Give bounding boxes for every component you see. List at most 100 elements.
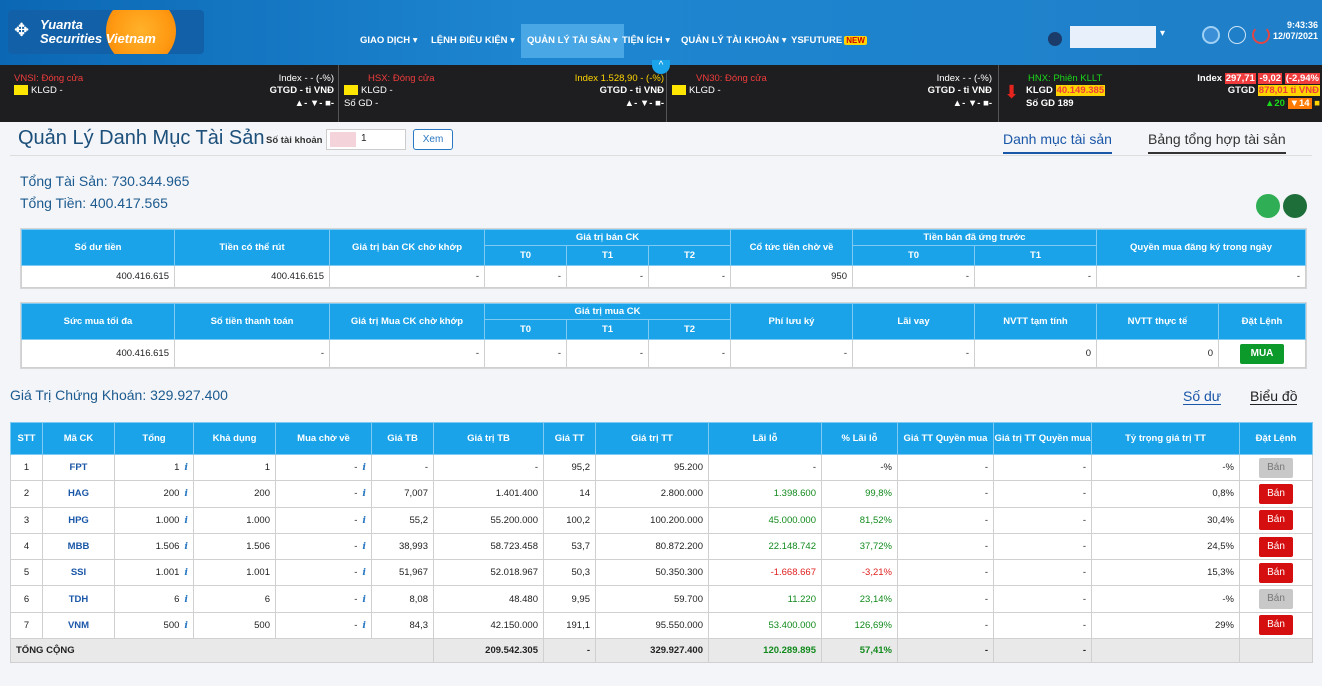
info-icon[interactable]: i bbox=[362, 594, 366, 605]
th-mkt-price: Giá TT bbox=[543, 422, 596, 455]
cell-stt: 5 bbox=[10, 559, 43, 587]
buy-button[interactable]: MUA bbox=[1240, 343, 1284, 364]
cell-weight: 0,8% bbox=[1091, 480, 1240, 508]
sell-button[interactable]: Bán bbox=[1259, 615, 1293, 636]
cell-pending: -i bbox=[275, 532, 372, 561]
username-display[interactable] bbox=[1070, 26, 1156, 48]
cell-code: TDH bbox=[42, 585, 115, 613]
user-menu-caret-icon[interactable]: ▾ bbox=[1160, 28, 1165, 39]
info-icon[interactable]: i bbox=[184, 594, 188, 605]
cell-pl-pct: 23,14% bbox=[821, 585, 898, 613]
ticker-vn30[interactable]: VN30: Đóng cửa KLGD - Index - - (-%) GTG… bbox=[672, 65, 992, 122]
info-icon[interactable]: i bbox=[184, 462, 188, 473]
nav-quan-ly-tai-khoan[interactable]: QUẢN LÝ TÀI KHOẢN ▾ bbox=[681, 24, 787, 58]
sell-button[interactable]: Bán bbox=[1259, 483, 1293, 504]
th-pl: Lãi lỗ bbox=[708, 422, 822, 455]
nav-giao-dich[interactable]: GIAO DỊCH ▾ bbox=[360, 24, 418, 58]
divider bbox=[10, 155, 1312, 156]
info-icon[interactable]: i bbox=[184, 541, 188, 552]
th-pending-buy: Mua chờ về bbox=[275, 422, 372, 455]
ticker-status: Đóng cửa bbox=[725, 73, 767, 84]
globe-icon[interactable] bbox=[1228, 26, 1246, 44]
ticker-hsx[interactable]: HSX: Đóng cửa KLGD - Số GD - Index 1.528… bbox=[344, 65, 664, 122]
sell-button[interactable]: Bán bbox=[1259, 536, 1293, 557]
cell-rights-price: - bbox=[897, 532, 994, 561]
ticker-gtgd-label: GTGD bbox=[1227, 85, 1256, 96]
page-title: Quản Lý Danh Mục Tài Sản bbox=[18, 127, 265, 149]
ticker-index-change: -9,02 bbox=[1258, 73, 1283, 84]
cell-avg-price: 55,2 bbox=[371, 506, 434, 534]
info-icon[interactable]: i bbox=[184, 620, 188, 631]
info-icon[interactable]: i bbox=[362, 620, 366, 631]
cell-stt: 3 bbox=[10, 506, 43, 534]
tab-asset-summary[interactable]: Bảng tổng hợp tài sản bbox=[1148, 131, 1286, 154]
user-icon[interactable] bbox=[1048, 32, 1062, 46]
sell-button[interactable]: Bán bbox=[1259, 457, 1293, 478]
ticker-gtgd: GTGD - tỉ VNĐ bbox=[927, 85, 992, 96]
cell-rights-value: - bbox=[993, 532, 1092, 561]
ticker-index: Index - - (-%) bbox=[278, 73, 334, 84]
sell-button[interactable]: Bán bbox=[1259, 510, 1293, 531]
cell-total-value: 1 bbox=[174, 462, 180, 474]
info-icon[interactable]: i bbox=[362, 567, 366, 578]
ticker-vnsi[interactable]: VNSI: Đóng cửa KLGD - Index - - (-%) GTG… bbox=[14, 65, 334, 122]
info-icon[interactable]: i bbox=[184, 567, 188, 578]
cell-avg-price: 51,967 bbox=[371, 559, 434, 587]
ticker-divider bbox=[338, 65, 339, 122]
cell-mkt-value: 59.700 bbox=[595, 585, 709, 613]
th-max-buy: Sức mua tối đa bbox=[21, 303, 175, 340]
cell-code: HPG bbox=[42, 506, 115, 534]
nav-ysfuture[interactable]: YSFUTURE NEW bbox=[791, 24, 867, 58]
cell-code: HAG bbox=[42, 480, 115, 508]
ticker-gtgd: GTGD - tỉ VNĐ bbox=[269, 85, 334, 96]
ticker-klgd-label: KLGD bbox=[1026, 85, 1053, 96]
table-row: 1 FPT 1 i 1- i - -95,2 95.200- -% - - -% Bán bbox=[10, 453, 1313, 482]
info-icon[interactable]: i bbox=[184, 515, 188, 526]
info-icon[interactable]: i bbox=[362, 541, 366, 552]
nav-quan-ly-tai-san[interactable]: QUẢN LÝ TÀI SẢN ▾ bbox=[521, 24, 624, 58]
info-icon[interactable]: i bbox=[362, 462, 366, 473]
th-sell-value: Giá trị bán CK bbox=[484, 228, 731, 247]
tab-portfolio[interactable]: Danh mục tài sản bbox=[1003, 131, 1112, 154]
cell-order: Bán bbox=[1239, 532, 1313, 561]
th-cash-balance: Số dư tiền bbox=[21, 229, 175, 266]
sell-button[interactable]: Bán bbox=[1259, 562, 1293, 583]
cell-avg-value: 55.200.000 bbox=[433, 506, 544, 534]
cell: 400.416.615 bbox=[21, 339, 175, 368]
table-row: 6 TDH 6 i 6- i 8,08 48.480 9,95 59.700 11.220 23,14… bbox=[10, 585, 1313, 613]
cell-mkt-price: 14 bbox=[543, 480, 596, 508]
ticker-hnx[interactable]: HNX: Phiên KLLT ⬇ KLGD 40.149.385 Số GD … bbox=[1004, 65, 1320, 122]
ticker-status: Đóng cửa bbox=[41, 73, 84, 84]
tab-balance[interactable]: Số dư bbox=[1183, 388, 1222, 405]
th-rights-value: Giá trị TT Quyền mua bbox=[993, 422, 1092, 455]
cell-rights-price: - bbox=[897, 480, 994, 508]
cell-avg-price: 38,993 bbox=[371, 532, 434, 561]
info-icon[interactable]: i bbox=[362, 515, 366, 526]
cell: 0 bbox=[974, 339, 1097, 368]
view-button[interactable]: Xem bbox=[413, 129, 453, 150]
account-label: Số tài khoản bbox=[266, 135, 323, 146]
cell-rights-value: - bbox=[993, 559, 1092, 587]
nav-tien-ich[interactable]: TIỆN ÍCH ▾ bbox=[622, 24, 670, 58]
print-icon[interactable] bbox=[1256, 194, 1280, 218]
cell-mkt-price: 100,2 bbox=[543, 506, 596, 534]
table-row: 4 MBB 1.506 i 1.506- i 38,993 58.723.458 53,7 80.… bbox=[10, 532, 1313, 561]
cell-pl: 1.398.600 bbox=[708, 480, 822, 508]
th-weight: Tỷ trọng giá trị TT bbox=[1091, 422, 1240, 455]
sell-button[interactable]: Bán bbox=[1259, 589, 1293, 610]
nav-lenh-dieu-kien[interactable]: LỆNH ĐIỀU KIỆN ▾ bbox=[431, 24, 515, 58]
info-icon[interactable]: i bbox=[184, 488, 188, 499]
ticker-klgd: KLGD - bbox=[31, 85, 63, 96]
securities-title: Giá Trị Chứng Khoán: 329.927.400 bbox=[10, 387, 228, 403]
excel-icon[interactable] bbox=[1283, 194, 1307, 218]
info-icon[interactable]: i bbox=[362, 488, 366, 499]
cell-pending-value: - bbox=[354, 593, 358, 605]
cell-pl: -1.668.667 bbox=[708, 559, 822, 587]
cell-weight: -% bbox=[1091, 453, 1240, 482]
cell-pl-pct: -3,21% bbox=[821, 559, 898, 587]
ticker-name: VNSI: bbox=[14, 73, 39, 84]
tab-chart[interactable]: Biểu đồ bbox=[1250, 388, 1298, 405]
cash-table: Số dư tiền Tiền có thể rút Giá trị bán C… bbox=[20, 228, 1307, 289]
cell-avg-price: 84,3 bbox=[371, 611, 434, 640]
message-icon[interactable] bbox=[1202, 26, 1220, 44]
